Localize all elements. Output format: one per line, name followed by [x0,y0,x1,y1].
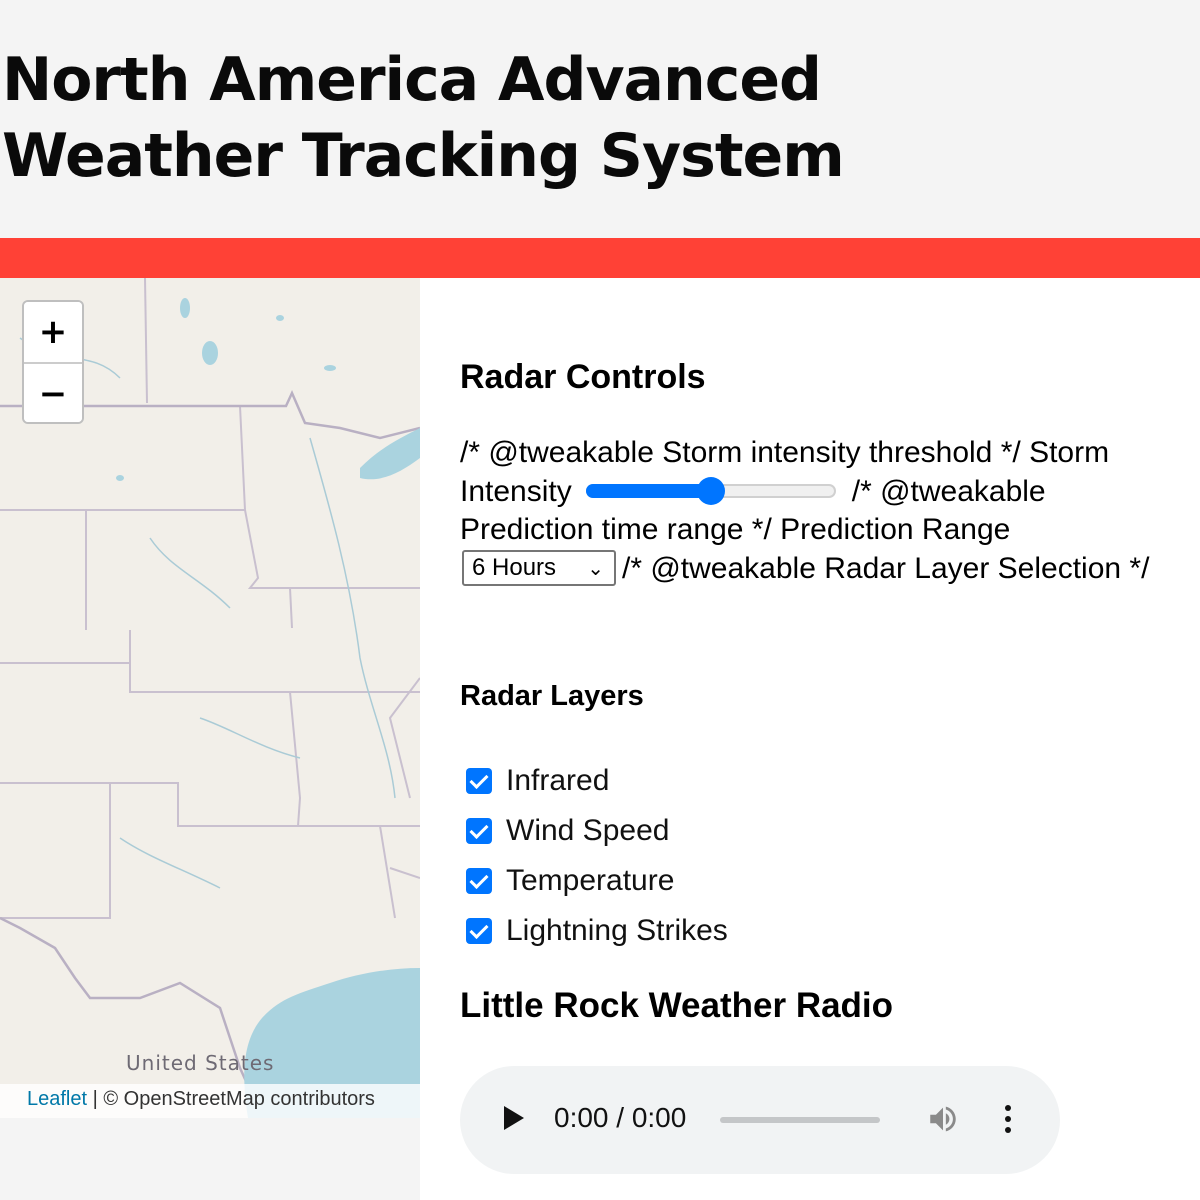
comment-radar-layer: /* @tweakable Radar Layer Selection */ [622,551,1150,585]
storm-intensity-slider[interactable] [585,476,840,505]
prediction-range-value: 6 Hours [472,553,557,581]
audio-player: 0:00 / 0:00 [460,1066,1060,1174]
volume-icon[interactable] [926,1102,960,1136]
weather-radio-heading: Little Rock Weather Radio [460,986,894,1025]
page-header: North America Advanced Weather Tracking … [0,0,1200,238]
zoom-out-button[interactable]: − [24,362,82,422]
prediction-range-label: Prediction Range [780,513,1011,546]
page-title: North America Advanced Weather Tracking … [2,45,845,191]
audio-progress-bar[interactable] [720,1117,880,1123]
layer-checkbox[interactable] [466,818,492,844]
attribution-text: | © OpenStreetMap contributors [87,1088,375,1110]
layer-label: Lightning Strikes [506,914,728,947]
layer-temperature[interactable]: Temperature [466,856,728,906]
audio-time: 0:00 / 0:00 [554,1102,687,1133]
map-attribution: Leaflet | © OpenStreetMap contributors [0,1084,420,1118]
zoom-in-button[interactable]: + [24,302,82,362]
layer-checkbox[interactable] [466,768,492,794]
chevron-down-icon: ⌄ [587,557,604,580]
layer-label: Temperature [506,864,675,897]
leaflet-link[interactable]: Leaflet [27,1088,87,1110]
comment-storm-intensity: /* @tweakable Storm intensity threshold … [460,436,1021,469]
layer-label: Wind Speed [506,814,670,847]
zoom-control: + − [22,300,84,424]
radar-layers-list: Infrared Wind Speed Temperature Lightnin… [466,756,728,956]
layer-label: Infrared [506,764,610,797]
layer-checkbox[interactable] [466,868,492,894]
map-country-label: United States [126,1051,275,1075]
play-icon[interactable] [504,1106,524,1130]
slider-thumb[interactable] [696,476,725,505]
prediction-range-select[interactable]: 6 Hours ⌄ [462,549,616,586]
layer-wind-speed[interactable]: Wind Speed [466,806,728,856]
layer-infrared[interactable]: Infrared [466,756,728,806]
control-panel: Radar Controls /* @tweakable Storm inten… [420,278,1200,1200]
slider-fill [585,483,711,498]
layer-lightning-strikes[interactable]: Lightning Strikes [466,906,728,956]
radar-controls-body: /* @tweakable Storm intensity threshold … [460,434,1180,590]
accent-bar [0,238,1200,278]
more-vertical-icon[interactable] [1000,1102,1016,1136]
layer-checkbox[interactable] [466,918,492,944]
map-bottom-background [0,1118,420,1200]
radar-controls-heading: Radar Controls [460,358,706,396]
radar-layers-heading: Radar Layers [460,680,644,712]
